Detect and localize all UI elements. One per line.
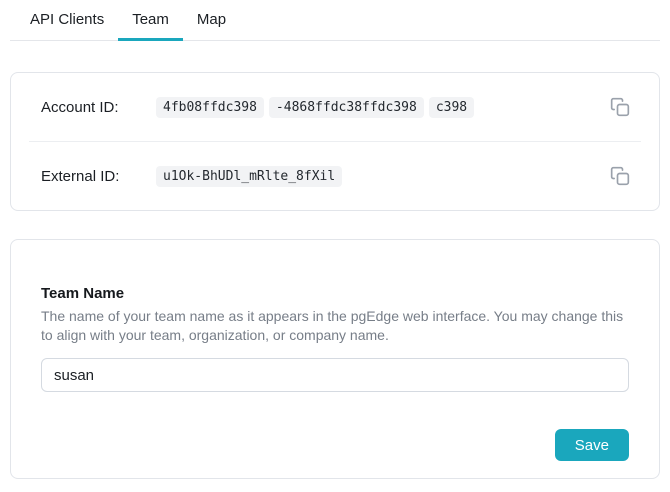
external-id-chip: u1Ok-BhUDl_mRlte_8fXil <box>156 166 342 187</box>
account-id-chip: -4868ffdc38ffdc398 <box>269 97 424 118</box>
settings-page: API Clients Team Map Account ID: 4fb08ff… <box>0 0 670 479</box>
account-id-label: Account ID: <box>41 99 156 116</box>
copy-icon <box>610 97 630 117</box>
ids-card: Account ID: 4fb08ffdc398 -4868ffdc38ffdc… <box>10 72 660 211</box>
external-id-value: u1Ok-BhUDl_mRlte_8fXil <box>156 166 342 187</box>
copy-account-id-button[interactable] <box>609 96 631 118</box>
copy-external-id-button[interactable] <box>609 165 631 187</box>
copy-icon <box>610 166 630 186</box>
external-id-row: External ID: u1Ok-BhUDl_mRlte_8fXil <box>11 142 659 210</box>
account-id-row: Account ID: 4fb08ffdc398 -4868ffdc38ffdc… <box>11 73 659 141</box>
save-row: Save <box>41 429 629 461</box>
team-name-card: Team Name The name of your team name as … <box>10 239 660 479</box>
team-name-description: The name of your team name as it appears… <box>41 307 629 345</box>
tab-api-clients[interactable]: API Clients <box>16 0 118 41</box>
account-id-chip: c398 <box>429 97 474 118</box>
tab-bar: API Clients Team Map <box>10 0 660 41</box>
save-button[interactable]: Save <box>555 429 629 461</box>
account-id-value: 4fb08ffdc398 -4868ffdc38ffdc398 c398 <box>156 97 474 118</box>
team-name-input[interactable] <box>41 358 629 392</box>
external-id-label: External ID: <box>41 168 156 185</box>
team-name-title: Team Name <box>41 285 629 302</box>
tab-team[interactable]: Team <box>118 0 183 41</box>
tab-map[interactable]: Map <box>183 0 240 41</box>
account-id-chip: 4fb08ffdc398 <box>156 97 264 118</box>
